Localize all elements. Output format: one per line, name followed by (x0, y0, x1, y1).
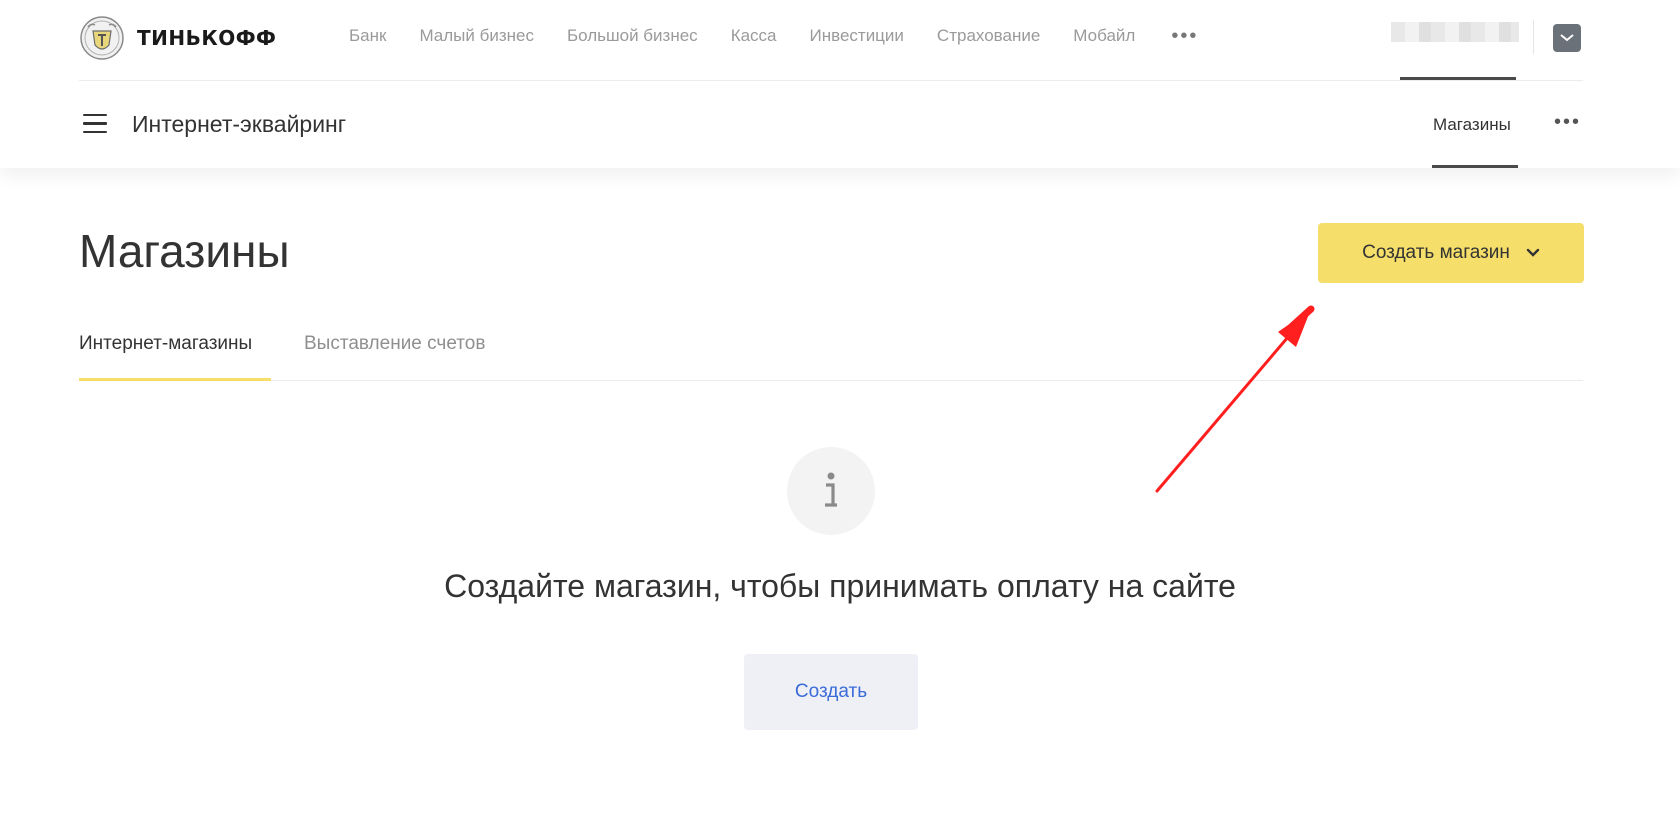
tinkoff-emblem-icon (80, 16, 124, 60)
chevron-down-icon (1526, 248, 1540, 257)
user-active-indicator (1400, 77, 1516, 80)
subnav-item-stores[interactable]: Магазины (1433, 115, 1511, 135)
subnav-active-indicator (1432, 165, 1518, 168)
nav-item-insurance[interactable]: Страхование (937, 26, 1040, 46)
nav-item-big-business[interactable]: Большой бизнес (567, 26, 698, 46)
info-glyph-icon (825, 472, 837, 507)
tab-active-indicator (79, 378, 271, 381)
store-tabs: Интернет-магазины Выставление счетов (79, 330, 1583, 381)
nav-item-small-business[interactable]: Малый бизнес (419, 26, 534, 46)
menu-icon[interactable] (83, 114, 107, 134)
header: ТИНЬКОФФ Банк Малый бизнес Большой бизне… (0, 0, 1680, 168)
top-navigation: ТИНЬКОФФ Банк Малый бизнес Большой бизне… (79, 0, 1583, 81)
create-store-label: Создать магазин (1362, 242, 1510, 263)
main-nav: Банк Малый бизнес Большой бизнес Касса И… (349, 26, 1198, 46)
nav-item-bank[interactable]: Банк (349, 26, 386, 46)
section-title: Интернет-эквайринг (132, 111, 347, 137)
subnav-more-button[interactable]: ••• (1554, 111, 1581, 134)
nav-item-mobile[interactable]: Мобайл (1073, 26, 1135, 46)
sub-navigation: Интернет-эквайринг Магазины ••• (79, 81, 1583, 168)
tab-invoicing[interactable]: Выставление счетов (304, 333, 485, 355)
nav-item-investments[interactable]: Инвестиции (810, 26, 904, 46)
nav-divider (1533, 20, 1534, 54)
brand-logo[interactable]: ТИНЬКОФФ (79, 15, 276, 61)
empty-state-message: Создайте магазин, чтобы принимать оплату… (444, 568, 1236, 604)
info-icon (787, 447, 875, 535)
page-title: Магазины (79, 225, 290, 277)
mail-icon[interactable] (1553, 24, 1581, 52)
tab-internet-stores[interactable]: Интернет-магазины (79, 333, 252, 355)
nav-more-button[interactable]: ••• (1171, 26, 1198, 46)
create-button[interactable]: Создать (744, 654, 918, 730)
mail-glyph-icon (1560, 34, 1574, 42)
nav-item-kassa[interactable]: Касса (731, 26, 777, 46)
brand-name: ТИНЬКОФФ (137, 26, 277, 50)
create-store-dropdown-button[interactable]: Создать магазин (1318, 223, 1584, 283)
page: ТИНЬКОФФ Банк Малый бизнес Большой бизне… (0, 0, 1680, 817)
user-name-redacted[interactable] (1391, 22, 1519, 42)
